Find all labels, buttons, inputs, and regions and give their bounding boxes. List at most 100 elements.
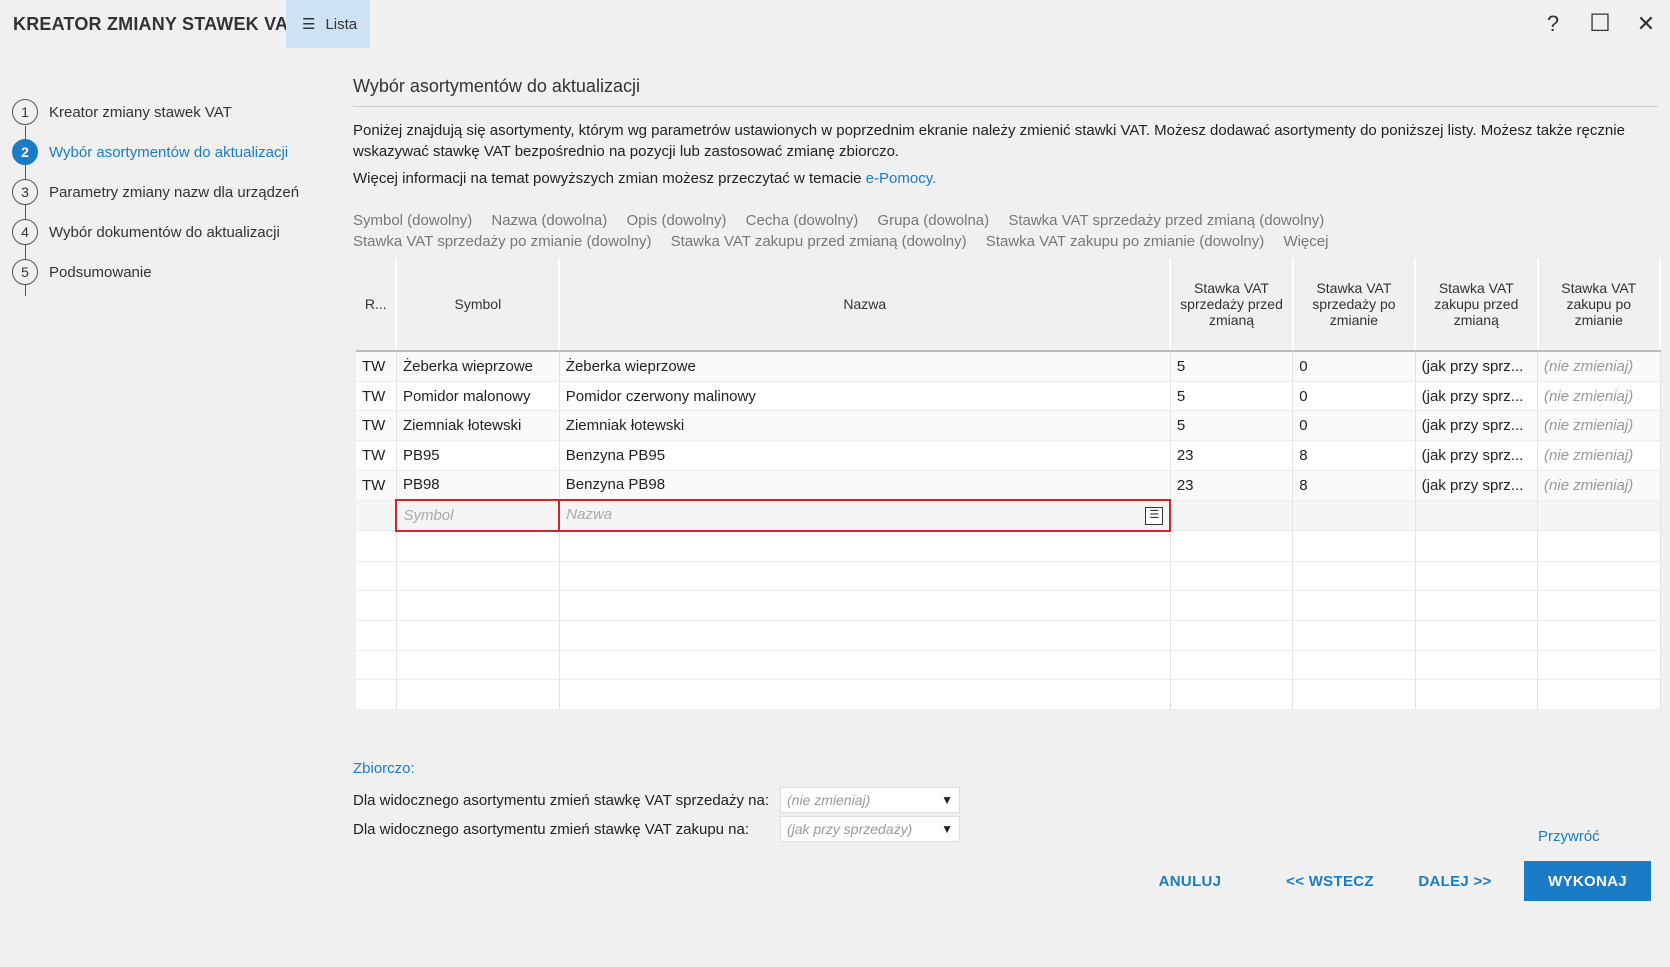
- cell-name[interactable]: Ziemniak łotewski: [559, 410, 1171, 441]
- new-name-placeholder: Nazwa: [566, 506, 613, 524]
- step-number: 4: [12, 219, 38, 245]
- cell-purchase-vat-after[interactable]: (nie zmieniaj): [1537, 410, 1661, 441]
- cell-name[interactable]: Benzyna PB98: [559, 470, 1171, 501]
- step-label: Podsumowanie: [49, 263, 152, 281]
- step-4[interactable]: 4 Wybór dokumentów do aktualizacji: [12, 217, 280, 247]
- filter-bar: Symbol (dowolny) Nazwa (dowolna) Opis (d…: [353, 210, 1670, 252]
- step-2[interactable]: 2 Wybór asortymentów do aktualizacji: [12, 137, 288, 167]
- new-name-input[interactable]: Nazwa ☰: [558, 499, 1172, 532]
- filter-description[interactable]: Opis (dowolny): [626, 212, 726, 229]
- table-row[interactable]: TW Żeberka wieprzowe Żeberka wieprzowe 5…: [356, 351, 1661, 382]
- cell-purchase-vat-before[interactable]: (jak przy sprz...: [1415, 351, 1539, 382]
- cell-symbol[interactable]: PB95: [396, 440, 560, 471]
- cell-sale-vat-after[interactable]: 8: [1292, 470, 1416, 501]
- cell-sale-vat-after[interactable]: 0: [1292, 351, 1416, 382]
- step-label: Wybór dokumentów do aktualizacji: [49, 223, 280, 241]
- step-number: 5: [12, 259, 38, 285]
- cell-name[interactable]: Benzyna PB95: [559, 440, 1171, 471]
- execute-button[interactable]: WYKONAJ: [1524, 861, 1651, 901]
- cell-sale-vat-after[interactable]: 0: [1292, 381, 1416, 412]
- picker-button[interactable]: ☰: [1145, 507, 1164, 526]
- cell-purchase-vat-after[interactable]: (nie zmieniaj): [1537, 470, 1661, 501]
- bulk-section-title: Zbiorczo:: [353, 760, 415, 777]
- cell-name[interactable]: Pomidor czerwony malinowy: [559, 381, 1171, 412]
- cell-sale-vat-before: 5: [1170, 381, 1294, 412]
- cell-purchase-vat-before[interactable]: (jak przy sprz...: [1415, 440, 1539, 471]
- cell-sale-vat-before: 5: [1170, 351, 1294, 382]
- filter-more[interactable]: Więcej: [1283, 233, 1328, 250]
- bulk-sale-select[interactable]: (nie zmieniaj) ▼: [780, 787, 960, 813]
- more-info-prefix: Więcej informacji na temat powyższych zm…: [353, 170, 862, 187]
- filter-group[interactable]: Grupa (dowolna): [877, 212, 989, 229]
- filter-purchase-vat-after[interactable]: Stawka VAT zakupu po zmianie (dowolny): [986, 233, 1264, 250]
- cell-symbol[interactable]: Ziemniak łotewski: [396, 410, 560, 441]
- cell-purchase-vat-before[interactable]: (jak przy sprz...: [1415, 381, 1539, 412]
- next-button[interactable]: DALEJ >>: [1400, 861, 1510, 901]
- restore-link[interactable]: Przywróć: [1538, 828, 1600, 845]
- cell-purchase-vat-before[interactable]: (jak przy sprz...: [1415, 470, 1539, 501]
- step-number: 2: [12, 139, 38, 165]
- back-button[interactable]: << WSTECZ: [1270, 861, 1390, 901]
- cancel-button[interactable]: ANULUJ: [1140, 861, 1240, 901]
- cell-symbol[interactable]: Żeberka wieprzowe: [396, 351, 560, 382]
- filter-name[interactable]: Nazwa (dowolna): [491, 212, 607, 229]
- column-header[interactable]: Stawka VAT zakupu przed zmianą: [1415, 258, 1539, 352]
- table-row[interactable]: TW PB95 Benzyna PB95 23 8 (jak przy sprz…: [356, 440, 1661, 471]
- column-header[interactable]: Stawka VAT zakupu po zmianie: [1537, 258, 1662, 352]
- cell-purchase-vat-after[interactable]: (nie zmieniaj): [1537, 351, 1661, 382]
- step-1[interactable]: 1 Kreator zmiany stawek VAT: [12, 97, 232, 127]
- close-icon[interactable]: ✕: [1630, 8, 1662, 40]
- filter-purchase-vat-before[interactable]: Stawka VAT zakupu przed zmianą (dowolny): [671, 233, 967, 250]
- empty-row: [356, 620, 1661, 651]
- filter-symbol[interactable]: Symbol (dowolny): [353, 212, 472, 229]
- list-view-button[interactable]: ☰ Lista: [286, 0, 370, 48]
- filter-feature[interactable]: Cecha (dowolny): [746, 212, 859, 229]
- filter-sale-vat-before[interactable]: Stawka VAT sprzedaży przed zmianą (dowol…: [1008, 212, 1324, 229]
- filter-sale-vat-after[interactable]: Stawka VAT sprzedaży po zmianie (dowolny…: [353, 233, 651, 250]
- cell-type: TW: [356, 410, 397, 441]
- new-symbol-input[interactable]: Symbol: [395, 499, 561, 532]
- column-header[interactable]: Nazwa: [559, 258, 1172, 352]
- cell-sale-vat-before: 5: [1170, 410, 1294, 441]
- cell-purchase-vat-after[interactable]: (nie zmieniaj): [1537, 440, 1661, 471]
- wizard-steps: 1 Kreator zmiany stawek VAT 2 Wybór asor…: [0, 48, 340, 908]
- cell-type: TW: [356, 381, 397, 412]
- bulk-purchase-select[interactable]: (jak przy sprzedaży) ▼: [780, 816, 960, 842]
- bulk-sale-label: Dla widocznego asortymentu zmień stawkę …: [353, 791, 770, 809]
- new-row-cell: [1292, 500, 1416, 532]
- column-header[interactable]: Symbol: [396, 258, 561, 352]
- table-row[interactable]: TW Ziemniak łotewski Ziemniak łotewski 5…: [356, 410, 1661, 441]
- empty-row: [356, 561, 1661, 592]
- column-header[interactable]: R...: [356, 258, 398, 352]
- step-label: Parametry zmiany nazw dla urządzeń: [49, 183, 300, 201]
- empty-row: [356, 590, 1661, 621]
- cell-purchase-vat-after[interactable]: (nie zmieniaj): [1537, 381, 1661, 412]
- cell-sale-vat-after[interactable]: 0: [1292, 410, 1416, 441]
- help-link[interactable]: e-Pomocy.: [866, 170, 937, 187]
- step-3[interactable]: 3 Parametry zmiany nazw dla urządzeń: [12, 177, 299, 207]
- empty-row: [356, 679, 1661, 710]
- step-5[interactable]: 5 Podsumowanie: [12, 257, 152, 287]
- help-icon[interactable]: ?: [1537, 8, 1569, 40]
- cell-type: TW: [356, 440, 397, 471]
- title-divider: [353, 106, 1658, 107]
- table-row[interactable]: TW PB98 Benzyna PB98 23 8 (jak przy sprz…: [356, 470, 1661, 501]
- table-row[interactable]: TW Pomidor malonowy Pomidor czerwony mal…: [356, 381, 1661, 412]
- cell-sale-vat-before: 23: [1170, 470, 1294, 501]
- cell-type: TW: [356, 470, 397, 501]
- list-view-label: Lista: [325, 15, 358, 33]
- maximize-icon[interactable]: ☐: [1584, 8, 1616, 40]
- bulk-purchase-value: (jak przy sprzedaży): [787, 821, 913, 837]
- cell-purchase-vat-before[interactable]: (jak przy sprz...: [1415, 410, 1539, 441]
- hamburger-icon: ☰: [302, 16, 316, 33]
- cell-symbol[interactable]: Pomidor malonowy: [396, 381, 560, 412]
- cell-symbol[interactable]: PB98: [396, 470, 560, 501]
- cell-sale-vat-after[interactable]: 8: [1292, 440, 1416, 471]
- cell-name[interactable]: Żeberka wieprzowe: [559, 351, 1171, 382]
- bulk-purchase-label: Dla widocznego asortymentu zmień stawkę …: [353, 820, 750, 838]
- new-row-cell: [1170, 500, 1294, 532]
- new-row[interactable]: Symbol Nazwa ☰: [356, 499, 1661, 532]
- column-header[interactable]: Stawka VAT sprzedaży przed zmianą: [1170, 258, 1294, 352]
- more-info-text: Więcej informacji na temat powyższych zm…: [353, 170, 936, 187]
- column-header[interactable]: Stawka VAT sprzedaży po zmianie: [1292, 258, 1417, 352]
